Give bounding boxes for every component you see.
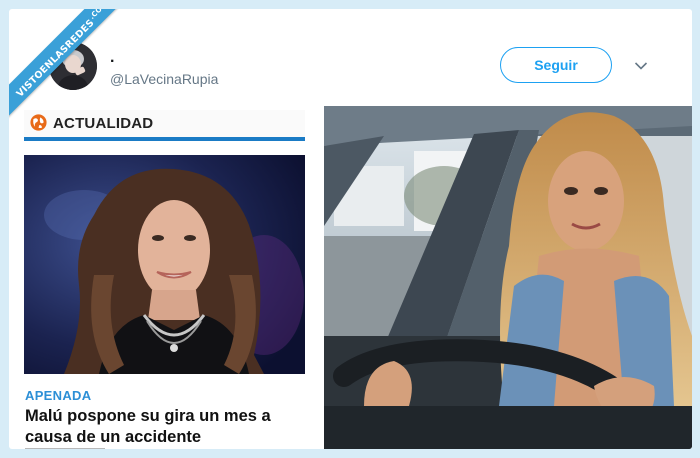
- user-avatar[interactable]: [49, 42, 97, 90]
- follow-button[interactable]: Seguir: [500, 47, 612, 83]
- chevron-down-icon[interactable]: [634, 61, 648, 71]
- globe-icon: [30, 114, 47, 131]
- user-handle[interactable]: @LaVecinaRupia: [110, 71, 218, 87]
- section-title: ACTUALIDAD: [53, 115, 154, 132]
- car-driving-photo: [324, 106, 692, 449]
- section-bar: ACTUALIDAD: [24, 110, 305, 141]
- display-name[interactable]: .: [110, 49, 114, 67]
- tweet-header: . @LaVecinaRupia Seguir: [9, 9, 692, 104]
- tweet-card: . @LaVecinaRupia Seguir ACTUALIDAD APENA…: [9, 9, 692, 449]
- byline-placeholder: [25, 448, 105, 449]
- article-headline: Malú pospone su gira un mes a causa de u…: [25, 407, 271, 446]
- news-screenshot: ACTUALIDAD APENADA Malú pospone su gira …: [15, 106, 322, 449]
- avatar-icon: [49, 42, 97, 90]
- article-kicker: APENADA: [25, 388, 92, 403]
- article-photo: [24, 155, 305, 374]
